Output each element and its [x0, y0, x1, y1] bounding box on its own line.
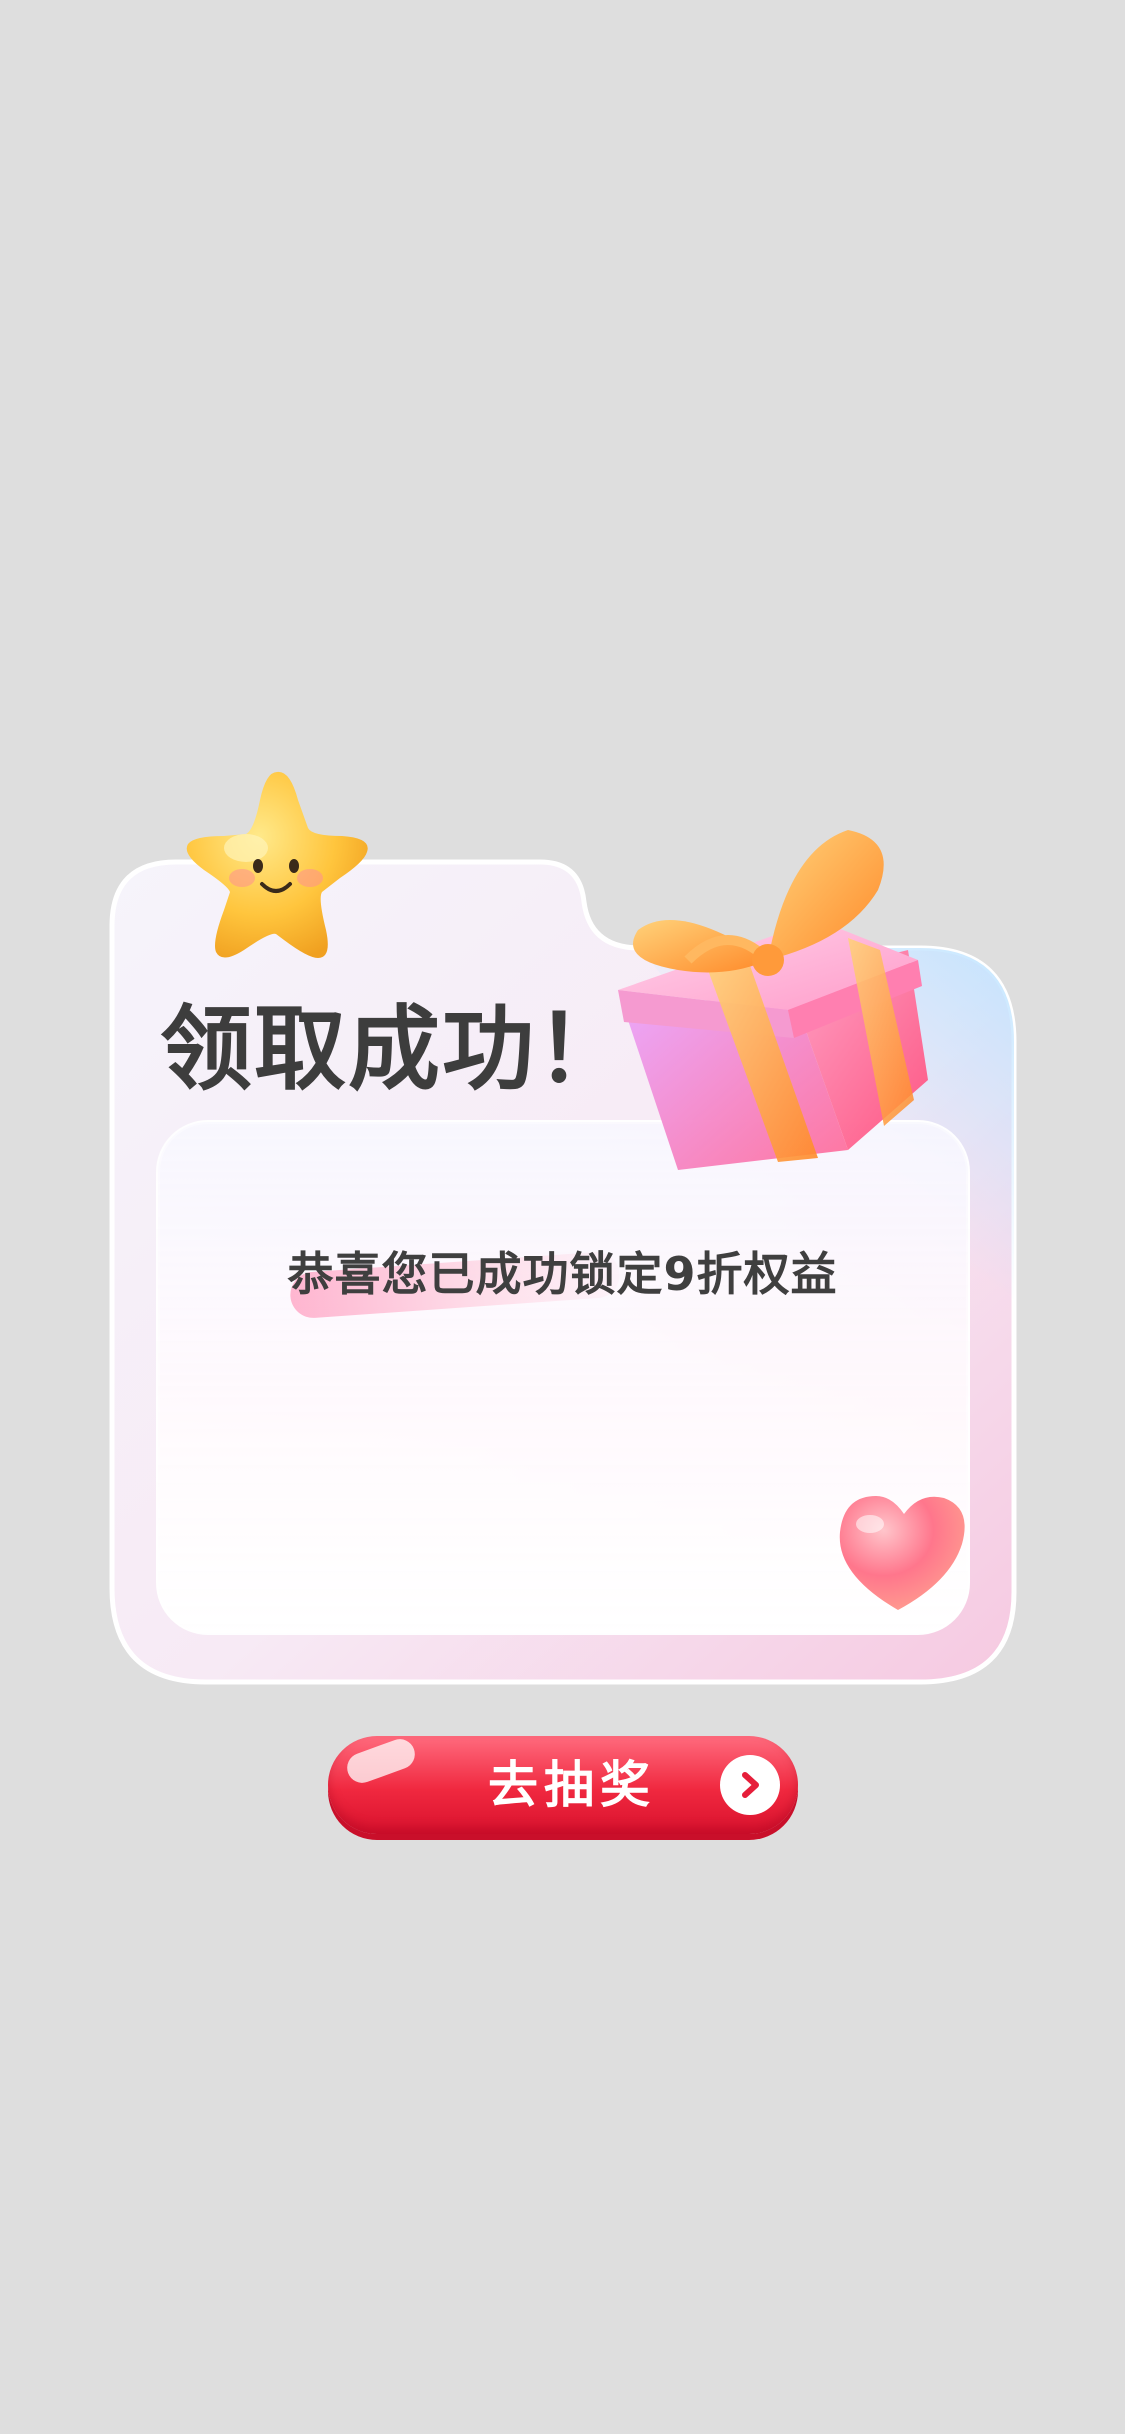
success-message: 恭喜您已成功锁定9折权益 [287, 1247, 838, 1301]
smiling-star-icon [186, 771, 368, 958]
dialog-overlay: 领取成功！ 恭喜您已成功锁定9折权益 去抽奖 [0, 0, 1125, 2434]
dialog-title: 领取成功！ [160, 996, 631, 1103]
go-draw-label: 去抽奖 [488, 1756, 656, 1814]
gift-box-icon [618, 830, 928, 1170]
heart-icon [839, 1496, 965, 1610]
chevron-right-icon [720, 1755, 780, 1815]
go-draw-button[interactable]: 去抽奖 [328, 1734, 798, 1834]
